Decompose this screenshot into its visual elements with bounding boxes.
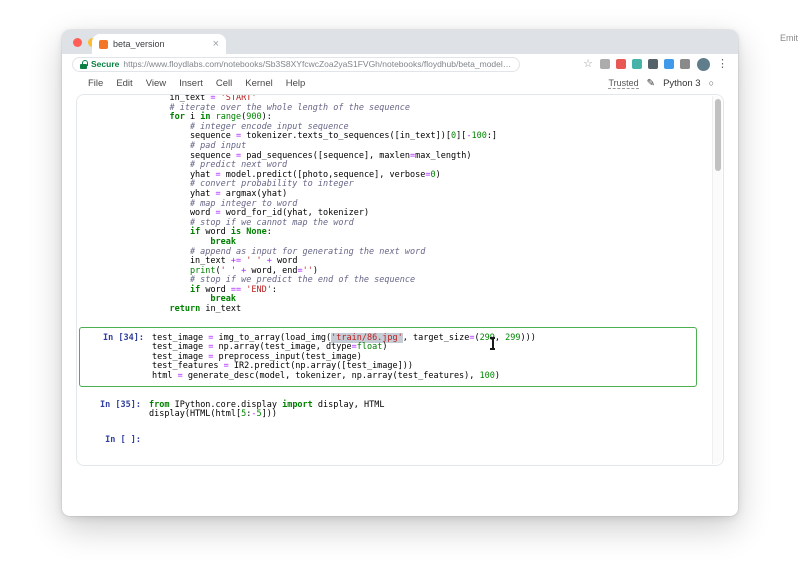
kernel-status-icon: ○: [709, 78, 714, 88]
cell-prompt: In [35]:: [77, 399, 149, 420]
cell-code-input[interactable]: in_text = 'START' # iterate over the who…: [149, 94, 701, 315]
menu-help[interactable]: Help: [286, 78, 306, 89]
text-cursor-ibeam: [488, 337, 497, 350]
cell-code-input[interactable]: test_image = img_to_array(load_img('trai…: [152, 332, 696, 382]
code-cell[interactable]: in_text = 'START' # iterate over the who…: [77, 94, 701, 317]
notebook-card: in_text = 'START' # iterate over the who…: [76, 94, 724, 466]
menu-edit[interactable]: Edit: [116, 78, 132, 89]
kernel-name: Python 3: [663, 78, 701, 89]
notebook-content: in_text = 'START' # iterate over the who…: [62, 92, 738, 516]
jupyter-favicon-icon: [99, 40, 108, 49]
tab-close-icon[interactable]: ×: [213, 39, 219, 50]
menubar-right: Trusted ✎ Python 3 ○: [608, 78, 714, 89]
menu-insert[interactable]: Insert: [179, 78, 203, 89]
menu-cell[interactable]: Cell: [216, 78, 232, 89]
browser-window: beta_version × Secure https://www.floydl…: [62, 30, 738, 516]
window-close-button[interactable]: [73, 38, 82, 47]
code-cell[interactable]: In [ ]:: [77, 432, 701, 448]
browser-menu-icon[interactable]: ⋮: [717, 59, 728, 70]
cell-prompt: [77, 94, 149, 315]
jupyter-menubar: File Edit View Insert Cell Kernel Help T…: [62, 74, 738, 92]
extension-icon-5[interactable]: [664, 59, 674, 69]
menu-file[interactable]: File: [88, 78, 103, 89]
extension-icon-3[interactable]: [632, 59, 642, 69]
secure-label: Secure: [91, 59, 119, 69]
cell-prompt: In [ ]:: [77, 434, 149, 446]
extension-icon-4[interactable]: [648, 59, 658, 69]
cell-prompt: In [34]:: [80, 332, 152, 382]
extension-icon-1[interactable]: [600, 59, 610, 69]
profile-avatar[interactable]: [697, 58, 710, 71]
lock-icon: [80, 60, 87, 69]
corner-artifact-text: Emit: [780, 33, 798, 43]
browser-tab[interactable]: beta_version ×: [92, 34, 226, 54]
browser-toolbar: Secure https://www.floydlabs.com/noteboo…: [62, 54, 738, 74]
extension-icons: [600, 59, 690, 69]
bookmark-star-icon[interactable]: ☆: [583, 59, 593, 70]
scrollbar-track[interactable]: [712, 96, 722, 464]
extension-icon-6[interactable]: [680, 59, 690, 69]
tab-strip: beta_version ×: [62, 30, 738, 54]
extension-icon-2[interactable]: [616, 59, 626, 69]
tab-title: beta_version: [113, 39, 208, 49]
trusted-badge: Trusted: [608, 78, 638, 89]
cell-code-input[interactable]: from IPython.core.display import display…: [149, 399, 701, 420]
address-bar[interactable]: Secure https://www.floydlabs.com/noteboo…: [72, 57, 520, 72]
code-cell[interactable]: In [35]:from IPython.core.display import…: [77, 397, 701, 422]
notebook-cells: in_text = 'START' # iterate over the who…: [77, 94, 723, 447]
cell-code-input[interactable]: [149, 434, 701, 446]
toolbar-icons: ☆ ⋮: [583, 58, 728, 71]
code-cell-selected[interactable]: In [34]:test_image = img_to_array(load_i…: [79, 327, 697, 387]
menu-kernel[interactable]: Kernel: [245, 78, 272, 89]
url-text[interactable]: https://www.floydlabs.com/notebooks/Sb3S…: [123, 59, 512, 69]
scrollbar-thumb[interactable]: [715, 99, 721, 171]
menu-view[interactable]: View: [146, 78, 166, 89]
edit-mode-pencil-icon: ✎: [647, 78, 655, 89]
